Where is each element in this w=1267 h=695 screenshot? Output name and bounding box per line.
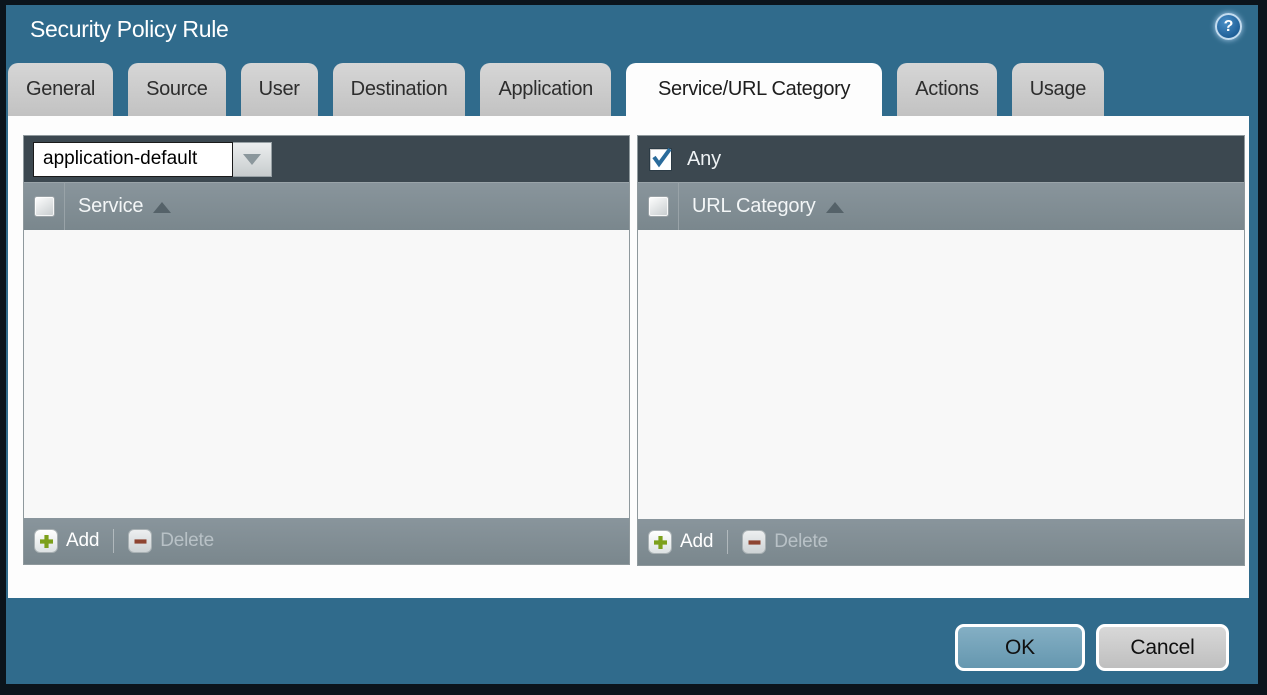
tab-usage[interactable]: Usage [1012,63,1104,116]
tab-service-url-category[interactable]: Service/URL Category [626,63,882,116]
any-checkbox[interactable] [649,148,672,171]
tab-destination[interactable]: Destination [333,63,466,116]
tab-source[interactable]: Source [128,63,226,116]
url-category-select-all-checkbox[interactable] [648,196,669,217]
service-type-dropdown-button[interactable] [233,142,272,177]
sort-ascending-icon [153,202,171,213]
service-type-combo [33,142,272,177]
url-category-delete-button[interactable]: Delete [742,530,828,554]
url-category-grid-header: URL Category [638,182,1244,230]
security-policy-rule-dialog: Security Policy Rule ? General Source Us… [0,0,1267,695]
tab-general[interactable]: General [8,63,113,116]
service-table-body[interactable] [24,230,629,518]
ok-button[interactable]: OK [955,624,1085,671]
url-category-table-body[interactable] [638,230,1244,519]
url-category-footer: Add Delete [638,519,1244,565]
help-icon[interactable]: ? [1215,13,1242,40]
service-panel: Service Add [23,135,630,565]
url-category-panel: Any URL Category [637,135,1245,566]
delete-button-label: Delete [774,531,828,553]
dialog-surface: Security Policy Rule ? General Source Us… [6,5,1258,684]
add-button-label: Add [66,530,99,552]
delete-button-label: Delete [160,530,214,552]
plus-icon [34,529,58,553]
service-column-label: Service [78,195,143,218]
footer-separator [113,529,114,553]
cancel-button[interactable]: Cancel [1096,624,1229,671]
url-category-column-label: URL Category [692,195,816,218]
service-toolbar [24,136,629,182]
tab-application[interactable]: Application [480,63,611,116]
service-column-header[interactable]: Service [65,182,171,230]
url-category-add-button[interactable]: Add [648,530,713,554]
minus-icon [742,530,766,554]
page-title: Security Policy Rule [30,16,229,43]
service-select-all-checkbox[interactable] [34,196,55,217]
tab-user[interactable]: User [241,63,318,116]
tab-bar: General Source User Destination Applicat… [8,63,1104,116]
service-grid-header: Service [24,182,629,230]
service-type-input[interactable] [33,142,233,177]
url-category-toolbar: Any [638,136,1244,182]
minus-icon [128,529,152,553]
sort-ascending-icon [826,202,844,213]
tab-content: Service Add [8,116,1249,598]
plus-icon [648,530,672,554]
any-checkbox-label: Any [687,148,721,171]
service-select-all-cell [24,182,65,230]
url-category-select-all-cell [638,182,679,230]
tab-actions[interactable]: Actions [897,63,997,116]
chevron-down-icon [243,154,261,165]
service-add-button[interactable]: Add [34,529,99,553]
service-footer: Add Delete [24,518,629,564]
add-button-label: Add [680,531,713,553]
url-category-column-header[interactable]: URL Category [679,182,844,230]
footer-separator [727,530,728,554]
service-delete-button[interactable]: Delete [128,529,214,553]
